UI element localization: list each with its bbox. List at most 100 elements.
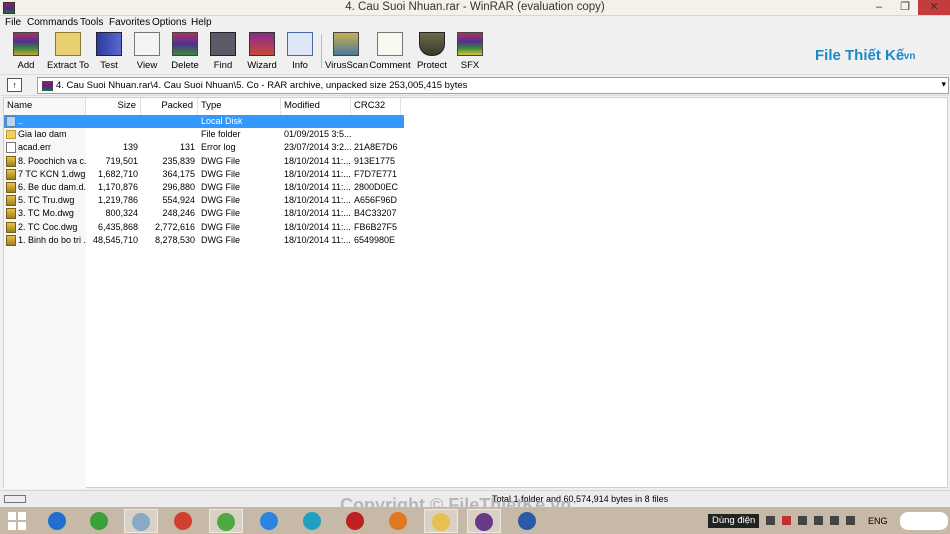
delete-button[interactable]: Delete	[167, 32, 203, 72]
tray-app-icon[interactable]	[798, 516, 807, 525]
sfx-button[interactable]: SFX	[453, 32, 487, 72]
battery-icon[interactable]	[830, 516, 839, 525]
column-packed[interactable]: Packed	[141, 98, 198, 115]
input-language[interactable]: ENG	[868, 516, 888, 526]
test-button[interactable]: Test	[91, 32, 127, 72]
menu-help[interactable]: Help	[191, 17, 212, 28]
cell-packed: 296,880	[162, 182, 195, 192]
virusscan-label: VirusScan	[325, 60, 369, 71]
virus-scan-icon	[333, 32, 359, 56]
cell-modified: 18/10/2014 11:...	[284, 234, 351, 245]
virusscan-button[interactable]: VirusScan	[325, 32, 369, 72]
taskbar-word-button[interactable]	[510, 509, 544, 533]
cell-packed: 131	[179, 142, 195, 153]
volume-icon[interactable]	[846, 516, 855, 525]
maximize-button[interactable]: ❐	[892, 0, 918, 15]
add-button[interactable]: Add	[6, 32, 46, 72]
taskbar-autocad-button[interactable]	[338, 509, 372, 533]
tray-status-label[interactable]: Dùng điện	[708, 514, 760, 528]
wizard-label: Wizard	[247, 60, 277, 71]
table-row[interactable]: 7 TC KCN 1.dwg 1,682,710 364,175 DWG File 18…	[4, 168, 404, 181]
view-button[interactable]: View	[129, 32, 165, 72]
table-row[interactable]: 1. Binh do bo tri ... 48,545,710 8,278,530…	[4, 234, 404, 247]
window-title: 4. Cau Suoi Nhuan.rar - WinRAR (evaluati…	[345, 1, 605, 13]
taskbar-coccoc-button[interactable]	[209, 509, 243, 533]
up-one-level-button[interactable]: ↑	[7, 78, 22, 92]
cell-modified	[284, 115, 351, 128]
column-crc32[interactable]: CRC32	[351, 98, 401, 115]
dwg-file-icon	[6, 221, 16, 233]
table-row[interactable]: Gia lao dam File folder 01/09/2015 3:5...	[4, 128, 404, 141]
test-label: Test	[100, 60, 118, 71]
column-type[interactable]: Type	[198, 98, 281, 115]
cell-crc: 6549980E	[354, 234, 396, 245]
tray-arrow-icon[interactable]	[766, 516, 775, 525]
chevron-down-icon[interactable]: ▾	[941, 79, 946, 90]
utorrent-icon	[90, 512, 108, 530]
wizard-button[interactable]: Wizard	[243, 32, 281, 72]
taskbar-chrome-button[interactable]	[166, 509, 200, 533]
cell-packed: 8,278,530	[154, 234, 195, 245]
cell-name: Gia lao dam	[18, 129, 67, 140]
cell-type: DWG File	[201, 221, 240, 232]
taskbar-g-app-button[interactable]	[381, 509, 415, 533]
view-label: View	[136, 60, 158, 71]
pinned-app-icon	[132, 513, 150, 531]
add-label: Add	[17, 60, 35, 71]
table-row[interactable]: acad.err 139 131 Error log 23/07/2014 3:2...…	[4, 141, 404, 154]
menu-file[interactable]: File	[5, 17, 21, 28]
word-icon	[518, 512, 536, 530]
minimize-button[interactable]: –	[866, 0, 892, 15]
menu-options[interactable]: Options	[152, 17, 186, 28]
cell-packed: 2,772,616	[154, 221, 195, 232]
column-modified[interactable]: Modified	[281, 98, 351, 115]
network-signal-icon[interactable]	[814, 516, 823, 525]
extract-to-button[interactable]: Extract To	[47, 32, 89, 72]
taskbar-zalo-button[interactable]	[252, 509, 286, 533]
menu-tools[interactable]: Tools	[80, 17, 103, 28]
file-list[interactable]: Name Size Packed Type Modified CRC32 .. L…	[3, 97, 948, 489]
cell-type: DWG File	[201, 195, 240, 206]
menu-commands[interactable]: Commands	[27, 17, 78, 28]
taskbar-utorrent-button[interactable]	[82, 509, 116, 533]
g-app-icon	[389, 512, 407, 530]
comment-label: Comment	[369, 60, 411, 71]
table-row[interactable]: 6. Be duc dam.d... 1,170,876 296,880 DWG Fi…	[4, 181, 404, 194]
p-app-icon	[303, 512, 321, 530]
table-row[interactable]: 8. Poochich va c... 719,501 235,839 DWG Fil…	[4, 155, 404, 168]
taskbar-winrar-button[interactable]	[467, 509, 501, 533]
comment-button[interactable]: Comment	[369, 32, 411, 72]
clock-area[interactable]	[900, 512, 948, 530]
table-row[interactable]: .. Local Disk	[4, 115, 404, 128]
protect-button[interactable]: Protect	[413, 32, 451, 72]
find-binoculars-icon	[210, 32, 236, 56]
title-bar[interactable]: 4. Cau Suoi Nhuan.rar - WinRAR (evaluati…	[0, 0, 950, 16]
taskbar-pinned-app-button[interactable]	[124, 509, 158, 533]
table-row[interactable]: 3. TC Mo.dwg 800,324 248,246 DWG File 18/10/…	[4, 207, 404, 220]
delete-icon	[172, 32, 198, 56]
address-field[interactable]: 4. Cau Suoi Nhuan.rar\4. Cau Suoi Nhuan\…	[37, 77, 949, 94]
column-name[interactable]: Name	[4, 98, 86, 115]
taskbar-p-app-button[interactable]	[295, 509, 329, 533]
comment-icon	[377, 32, 403, 56]
windows-start-button[interactable]	[8, 512, 26, 530]
cell-crc: 913E1775	[354, 155, 396, 166]
cell-name: 8. Poochich va c...	[18, 155, 86, 166]
taskbar-internet-explorer-button[interactable]	[40, 509, 74, 533]
table-row[interactable]: 5. TC Tru.dwg 1,219,786 554,924 DWG File 18/…	[4, 194, 404, 207]
find-button[interactable]: Find	[205, 32, 241, 72]
cell-crc: 21A8E7D6	[354, 142, 398, 153]
brand-part-3: .vn	[901, 51, 916, 62]
dwg-file-icon	[6, 155, 16, 167]
column-size[interactable]: Size	[86, 98, 141, 115]
text-file-icon	[6, 142, 16, 154]
cell-name: 5. TC Tru.dwg	[18, 195, 75, 206]
taskbar-file-explorer-button[interactable]	[424, 509, 458, 533]
info-button[interactable]: Info	[283, 32, 317, 72]
table-row[interactable]: 2. TC Coc.dwg 6,435,868 2,772,616 DWG File 1…	[4, 221, 404, 234]
cell-name: 1. Binh do bo tri ...	[18, 234, 86, 245]
wizard-icon	[249, 32, 275, 56]
unikey-icon[interactable]	[782, 516, 791, 525]
menu-favorites[interactable]: Favorites	[109, 17, 150, 28]
close-button[interactable]: ✕	[918, 0, 950, 15]
